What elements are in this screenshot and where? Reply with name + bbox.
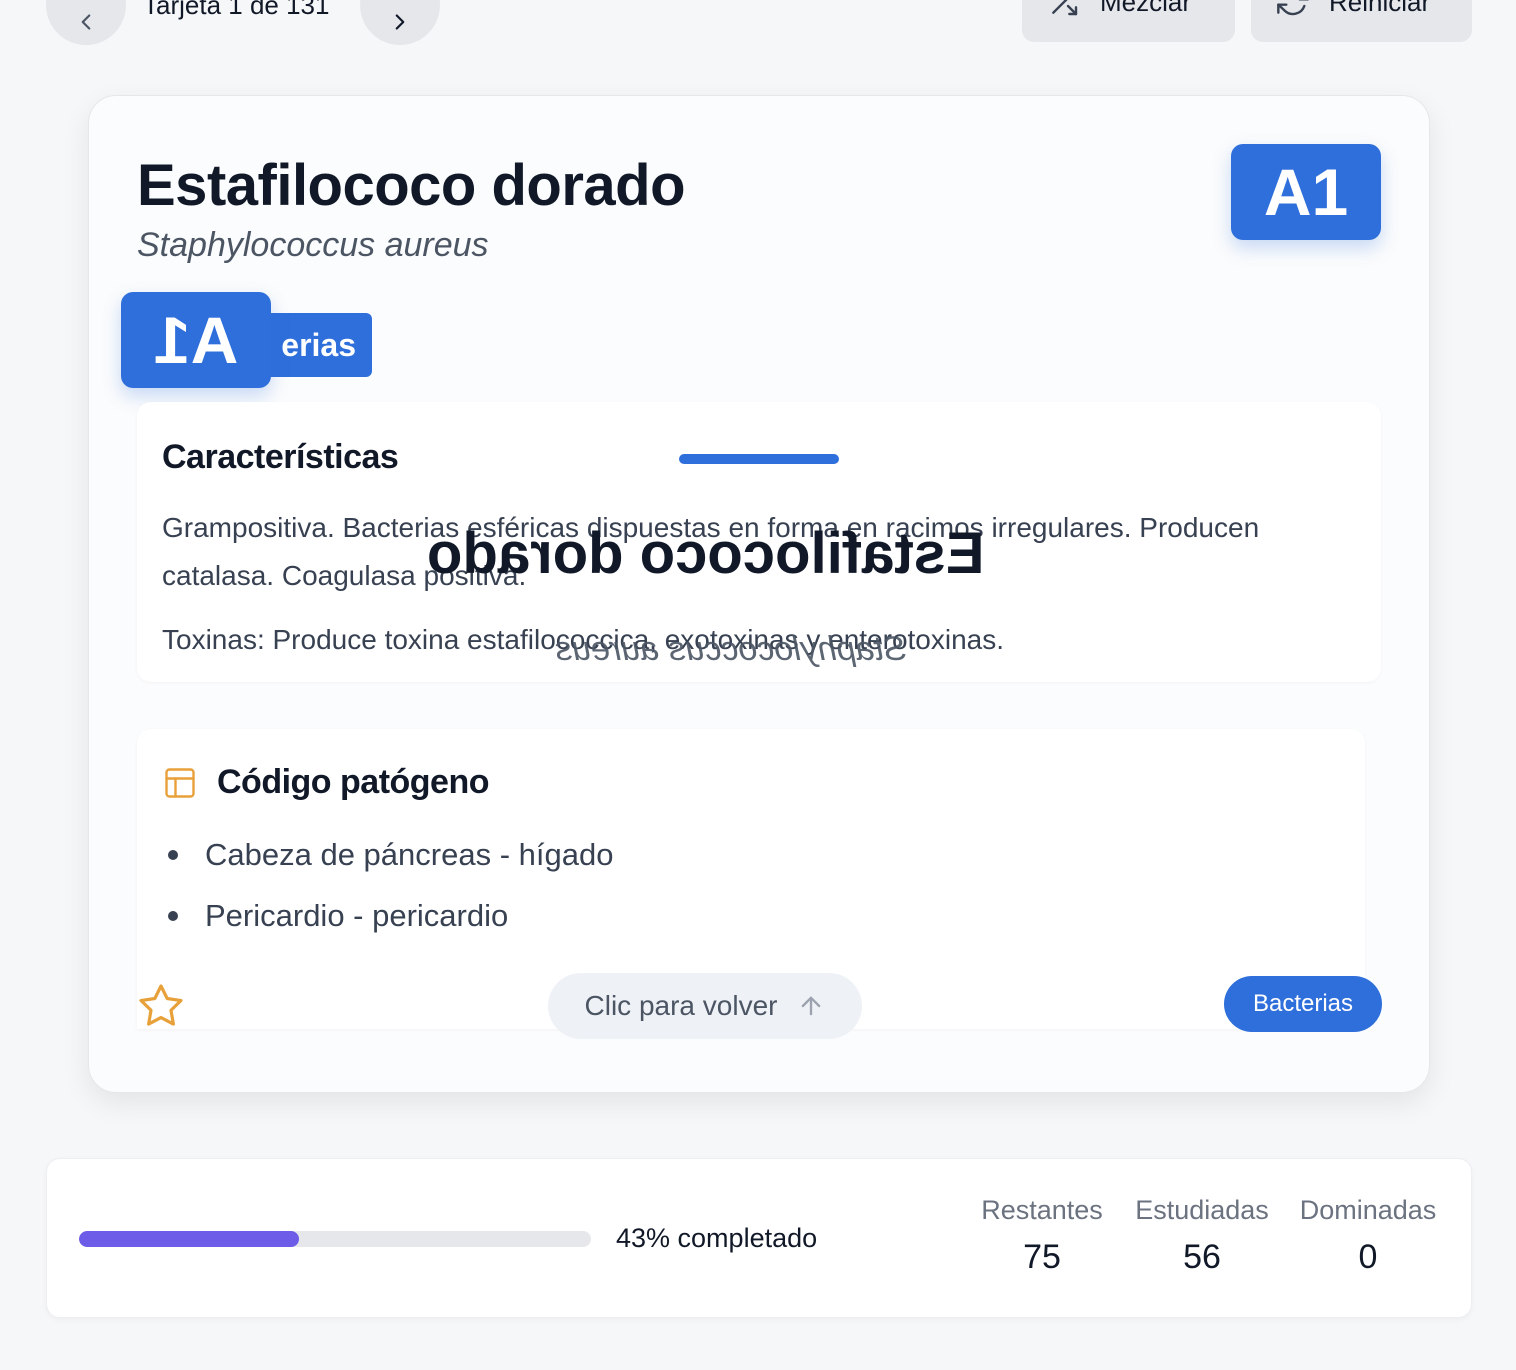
- progress-label: 43% completado: [616, 1223, 818, 1253]
- stat-remaining-label: Restantes: [981, 1195, 1103, 1225]
- progress-bar-fill: [79, 1231, 300, 1247]
- list-item-text: Cabeza de páncreas - hígado: [205, 836, 614, 872]
- category-badge: Bacterias: [1224, 976, 1382, 1032]
- star-icon[interactable]: [137, 982, 185, 1030]
- arrow-up-icon: [802, 996, 821, 1016]
- list-item-text: Pericardio - pericardio: [205, 897, 509, 933]
- stat-mastered: Dominadas 0: [1295, 1195, 1441, 1277]
- reset-label: Reiniciar: [1329, 0, 1431, 17]
- card-subtitle: Staphylococcus aureus: [137, 226, 489, 264]
- ghost-card-subtitle: Staphylococcus aureus: [555, 630, 907, 668]
- ghost-code-badge: A1: [121, 292, 271, 388]
- flashcard[interactable]: Estafilococo dorado Staphylococcus aureu…: [88, 95, 1430, 1093]
- card-counter: Tarjeta 1 de 131: [143, 0, 330, 20]
- pathogen-code-list: Cabeza de páncreas - hígado Pericardio -…: [162, 824, 613, 946]
- chevron-left-icon: [81, 14, 91, 30]
- stat-remaining-value: 75: [1023, 1238, 1061, 1276]
- flip-back-button[interactable]: Clic para volver: [548, 973, 862, 1039]
- accent-bar: [679, 454, 839, 464]
- ghost-card-title: Estafilococo dorado: [427, 521, 985, 586]
- bullet-icon: [168, 849, 178, 860]
- progress-bar: [79, 1231, 591, 1247]
- reset-button[interactable]: Reiniciar: [1251, 0, 1472, 42]
- card-title: Estafilococo dorado: [137, 153, 686, 218]
- progress-panel: 43% completado Restantes 75 Estudiadas 5…: [46, 1158, 1472, 1318]
- shuffle-button[interactable]: Mezclar: [1022, 0, 1235, 42]
- code-badge: A1: [1231, 144, 1381, 240]
- flip-label: Clic para volver: [584, 990, 778, 1021]
- bullet-icon: [168, 910, 178, 921]
- characteristics-heading: Características: [162, 438, 399, 476]
- prev-card-button[interactable]: [46, 0, 126, 45]
- stat-mastered-value: 0: [1358, 1238, 1378, 1276]
- chevron-right-icon: [395, 14, 405, 30]
- stat-mastered-label: Dominadas: [1299, 1195, 1437, 1225]
- stat-studied: Estudiadas 56: [1129, 1195, 1275, 1277]
- table-icon: [165, 768, 195, 798]
- shuffle-icon: [1052, 0, 1078, 16]
- stat-remaining: Restantes 75: [977, 1195, 1107, 1277]
- stat-studied-label: Estudiadas: [1135, 1195, 1269, 1225]
- pathogen-code-heading: Código patógeno: [217, 763, 490, 801]
- refresh-icon: [1277, 0, 1309, 16]
- shuffle-label: Mezclar: [1100, 0, 1192, 17]
- list-item: Cabeza de páncreas - hígado: [162, 824, 613, 885]
- stat-studied-value: 56: [1183, 1238, 1221, 1276]
- next-card-button[interactable]: [360, 0, 440, 45]
- list-item: Pericardio - pericardio: [162, 885, 613, 946]
